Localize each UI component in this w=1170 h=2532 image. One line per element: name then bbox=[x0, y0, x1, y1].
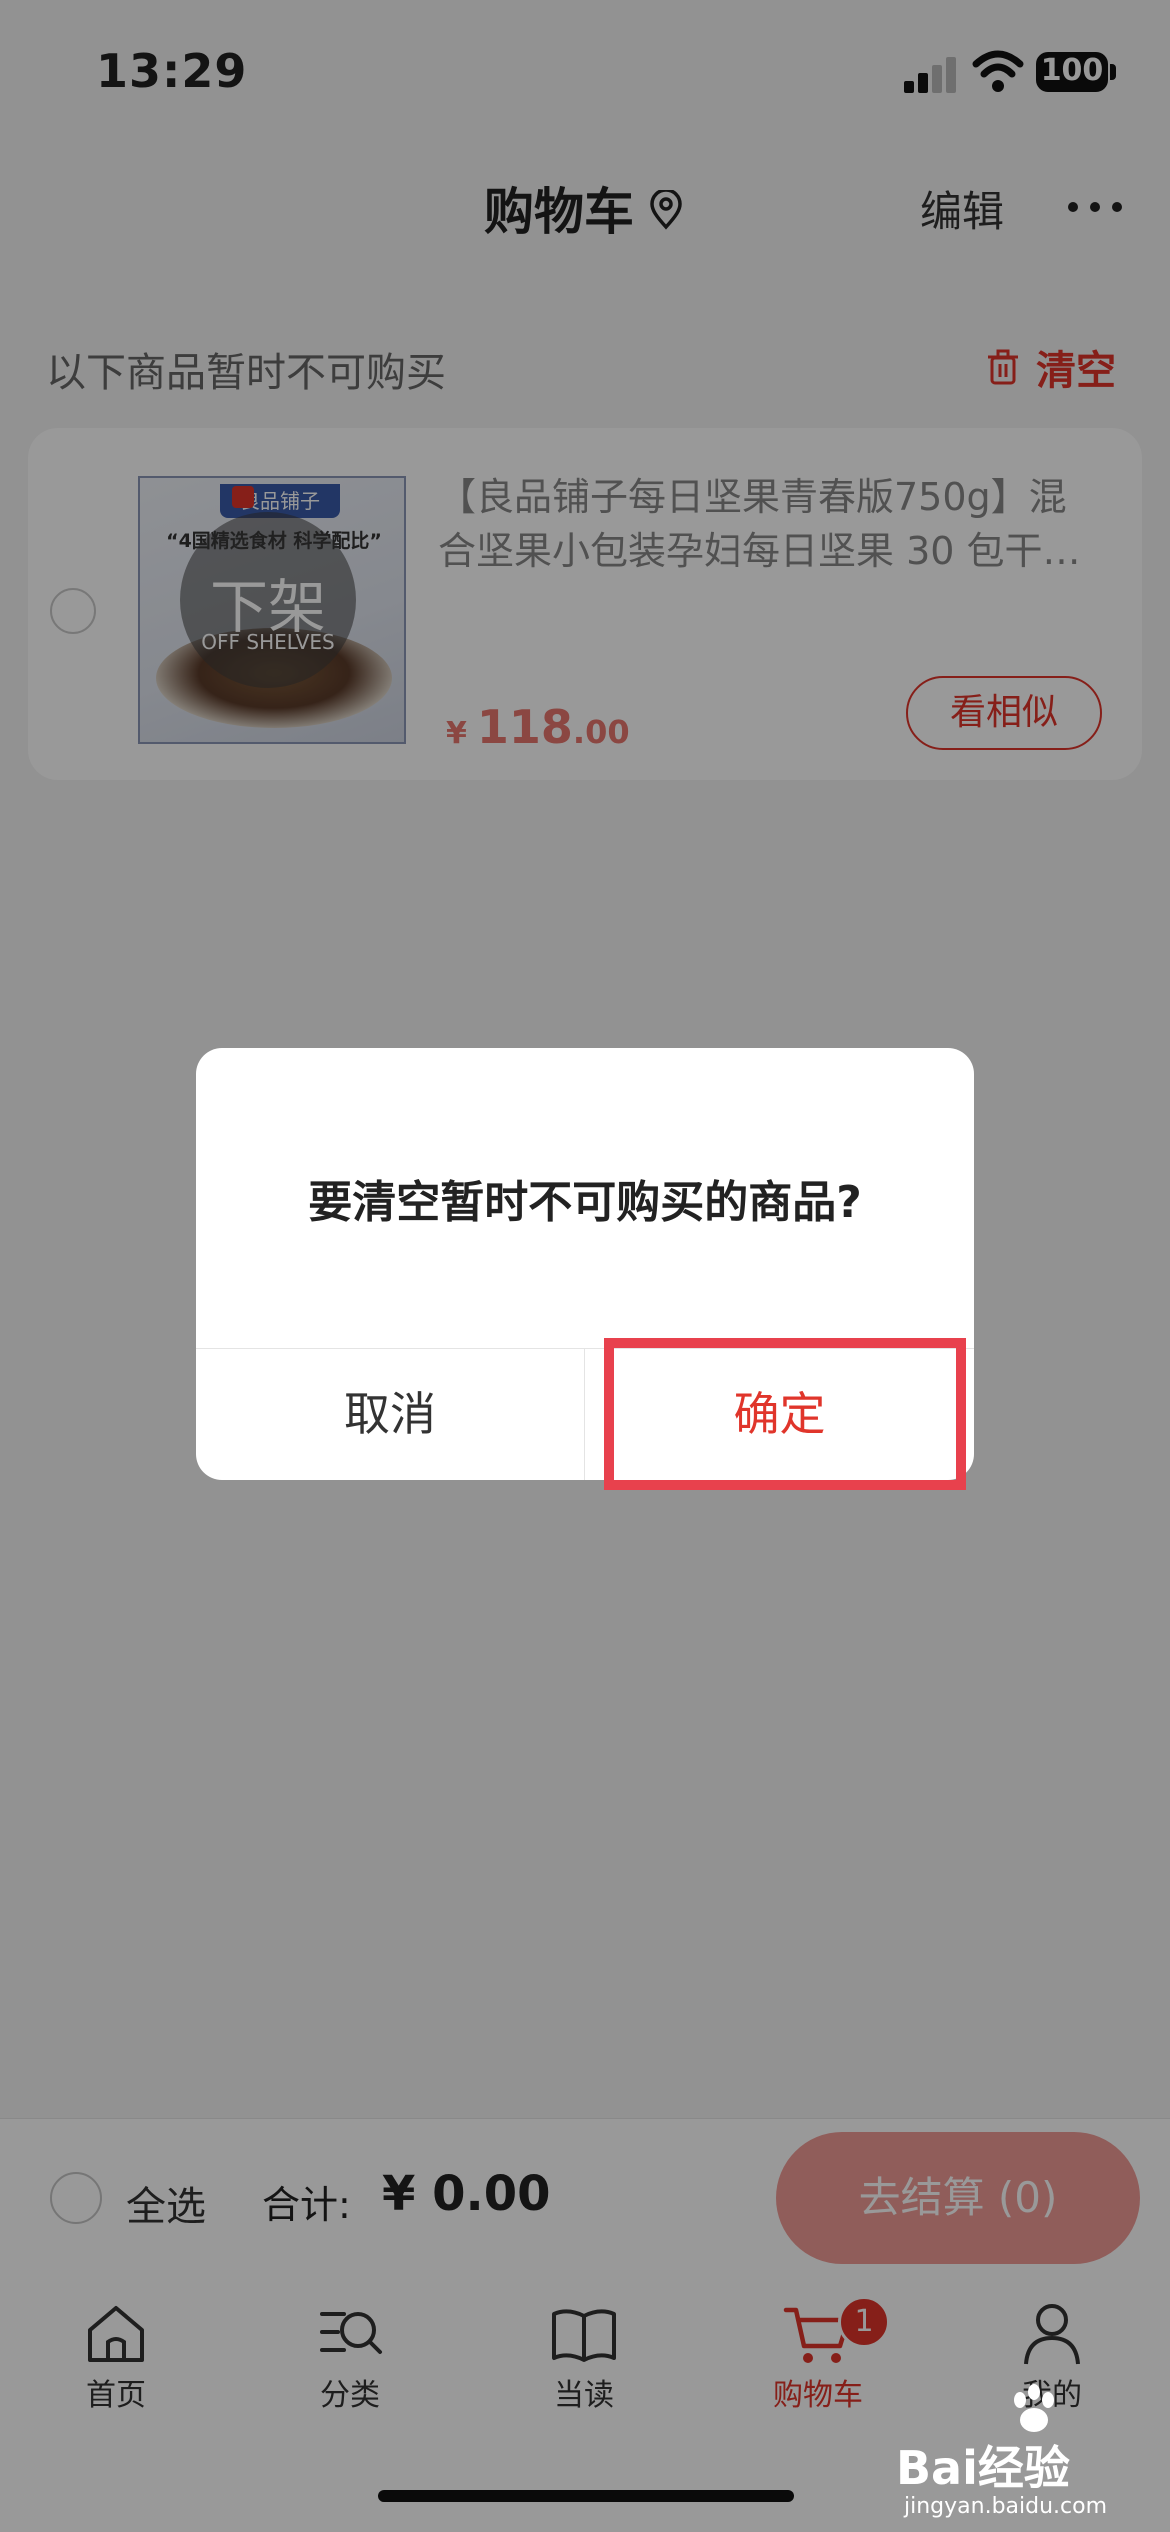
dialog-cancel-button[interactable]: 取消 bbox=[196, 1348, 584, 1480]
annotation-highlight-box bbox=[604, 1338, 966, 1490]
dialog-message: 要清空暂时不可购买的商品? bbox=[308, 1177, 862, 1228]
watermark-text: Bai经验 bbox=[896, 2441, 1070, 2495]
watermark-url: jingyan.baidu.com bbox=[904, 2494, 1108, 2519]
baidu-jingyan-watermark: Bai经验 jingyan.baidu.com bbox=[896, 2380, 1166, 2520]
paw-logo-icon bbox=[1014, 2384, 1054, 2432]
